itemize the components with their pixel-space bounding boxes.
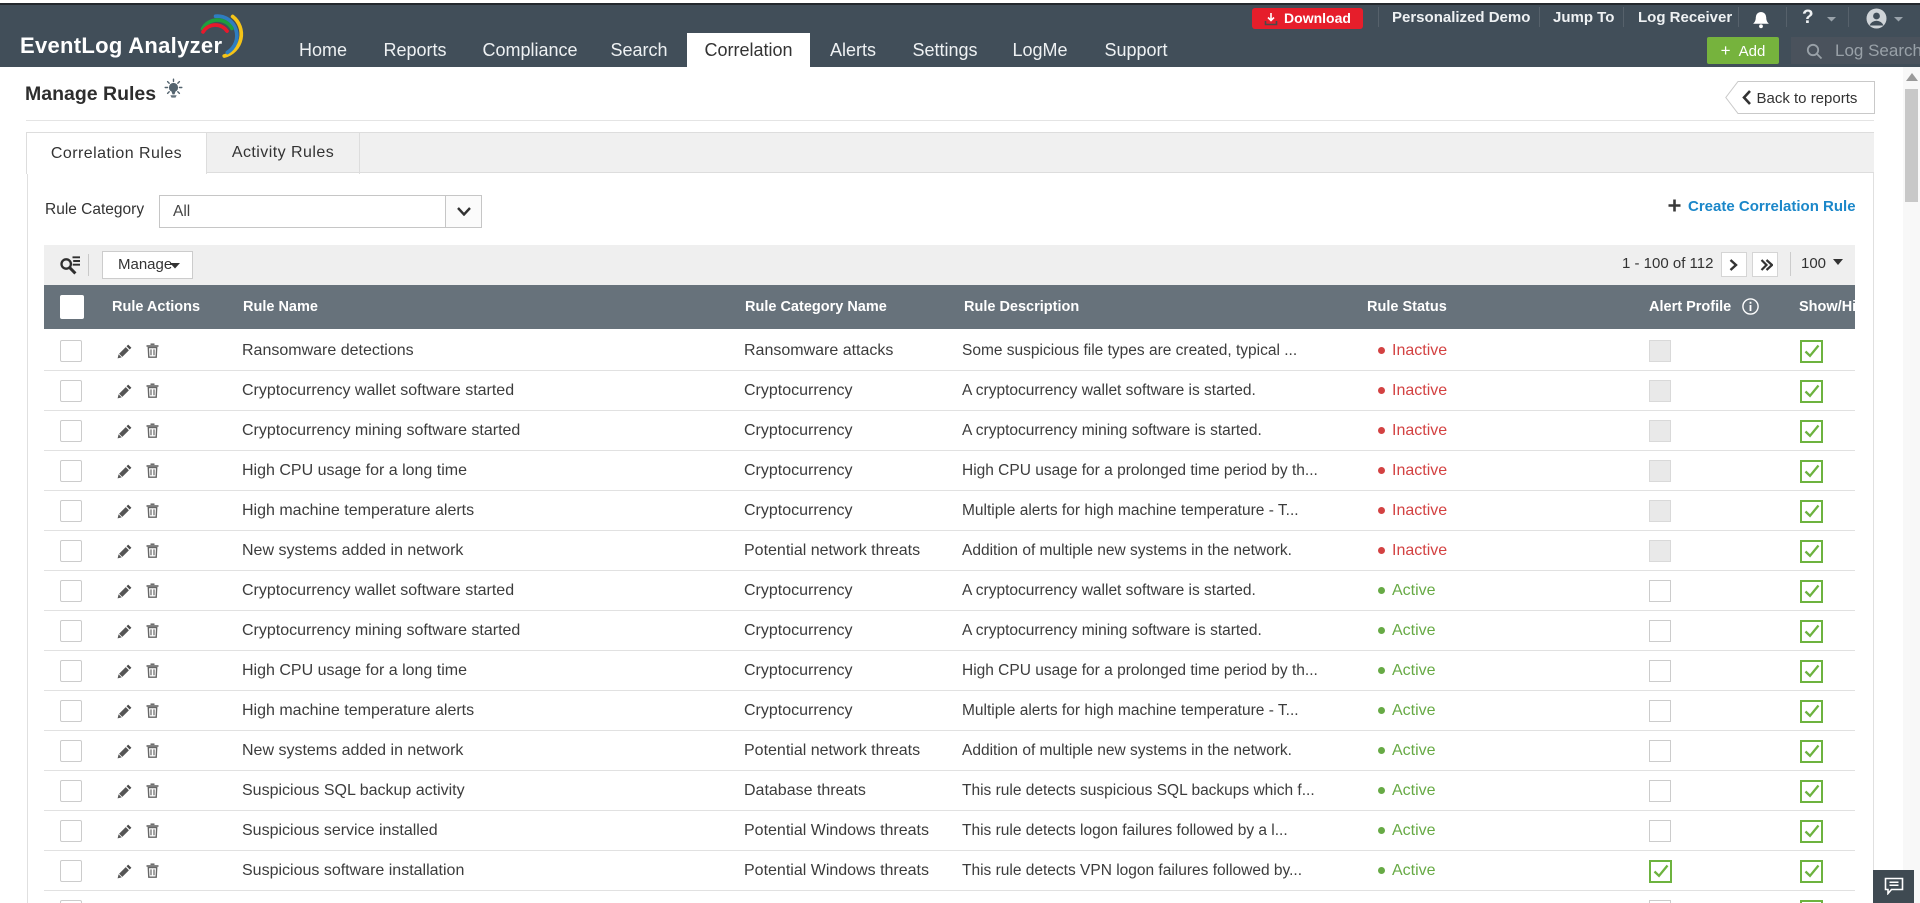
svg-text:Back to reports: Back to reports bbox=[1757, 90, 1858, 107]
